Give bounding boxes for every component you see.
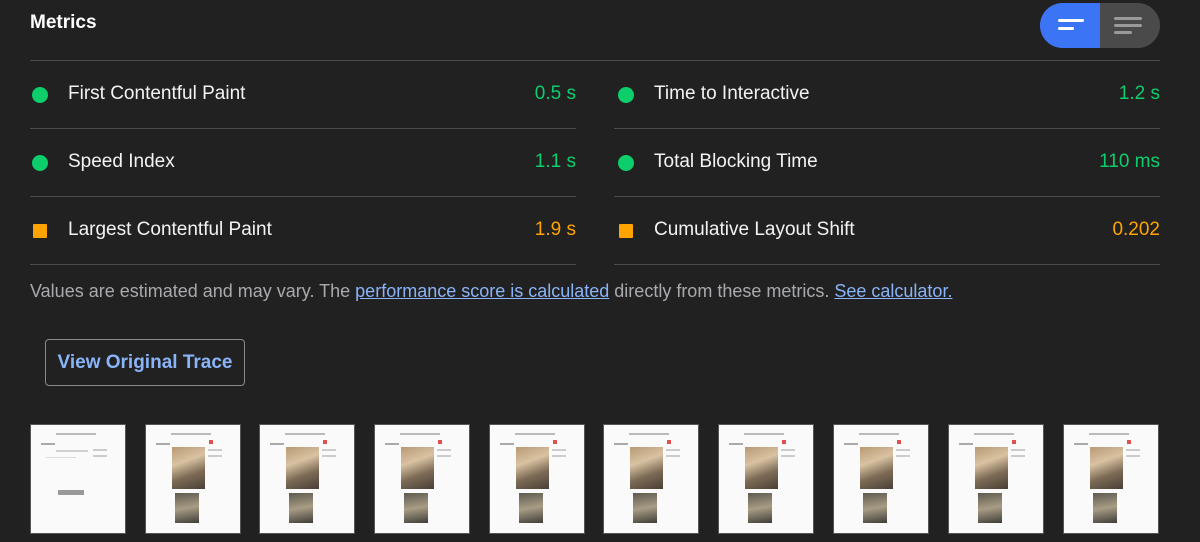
filmstrip-frame	[718, 424, 814, 534]
filmstrip-frame	[1063, 424, 1159, 534]
pass-indicator-icon	[618, 155, 634, 171]
pass-indicator-icon	[32, 87, 48, 103]
table-view-button[interactable]	[1100, 3, 1160, 48]
section-title: Metrics	[30, 12, 97, 33]
metrics-header: Metrics	[30, 0, 1160, 61]
filmstrip-frame	[30, 424, 126, 534]
average-indicator-icon	[619, 224, 633, 238]
metrics-column-right: Time to Interactive 1.2 s Total Blocking…	[614, 61, 1160, 265]
metric-row: Cumulative Layout Shift 0.202	[614, 197, 1160, 265]
filmstrip-frame	[145, 424, 241, 534]
metric-value: 0.202	[1112, 219, 1160, 240]
filmstrip	[0, 424, 1200, 542]
metric-row: Time to Interactive 1.2 s	[614, 61, 1160, 129]
metric-label: First Contentful Paint	[68, 83, 246, 104]
metric-row: Largest Contentful Paint 1.9 s	[30, 197, 576, 265]
pass-indicator-icon	[618, 87, 634, 103]
metric-row: First Contentful Paint 0.5 s	[30, 61, 576, 129]
metric-value: 0.5 s	[534, 83, 576, 104]
filmstrip-frame	[603, 424, 699, 534]
filmstrip-frame	[259, 424, 355, 534]
metrics-column-left: First Contentful Paint 0.5 s Speed Index…	[30, 61, 576, 265]
metric-label: Time to Interactive	[654, 83, 810, 104]
metric-value: 1.2 s	[1118, 83, 1160, 104]
view-original-trace-button[interactable]: View Original Trace	[45, 339, 245, 386]
filmstrip-frame	[948, 424, 1044, 534]
metric-value: 110 ms	[1099, 151, 1160, 172]
metric-label: Largest Contentful Paint	[68, 219, 272, 240]
metric-value: 1.1 s	[534, 151, 576, 172]
list-view-button[interactable]	[1040, 3, 1100, 48]
metric-row: Total Blocking Time 110 ms	[614, 129, 1160, 197]
filmstrip-frame	[489, 424, 585, 534]
metric-label: Cumulative Layout Shift	[654, 219, 855, 240]
filmstrip-frame	[833, 424, 929, 534]
note-middle: directly from these metrics.	[609, 281, 830, 301]
note-prefix: Values are estimated and may vary. The	[30, 281, 356, 301]
average-indicator-icon	[33, 224, 47, 238]
metric-label: Speed Index	[68, 151, 175, 172]
metric-label: Total Blocking Time	[654, 151, 818, 172]
metric-row: Speed Index 1.1 s	[30, 129, 576, 197]
pass-indicator-icon	[32, 155, 48, 171]
view-toggle[interactable]	[1040, 3, 1160, 48]
filmstrip-frame	[374, 424, 470, 534]
calculator-link[interactable]: See calculator.	[834, 281, 952, 301]
estimate-note: Values are estimated and may vary. The p…	[30, 281, 952, 302]
score-calculation-link[interactable]: performance score is calculated	[355, 281, 609, 301]
metric-value: 1.9 s	[534, 219, 576, 240]
